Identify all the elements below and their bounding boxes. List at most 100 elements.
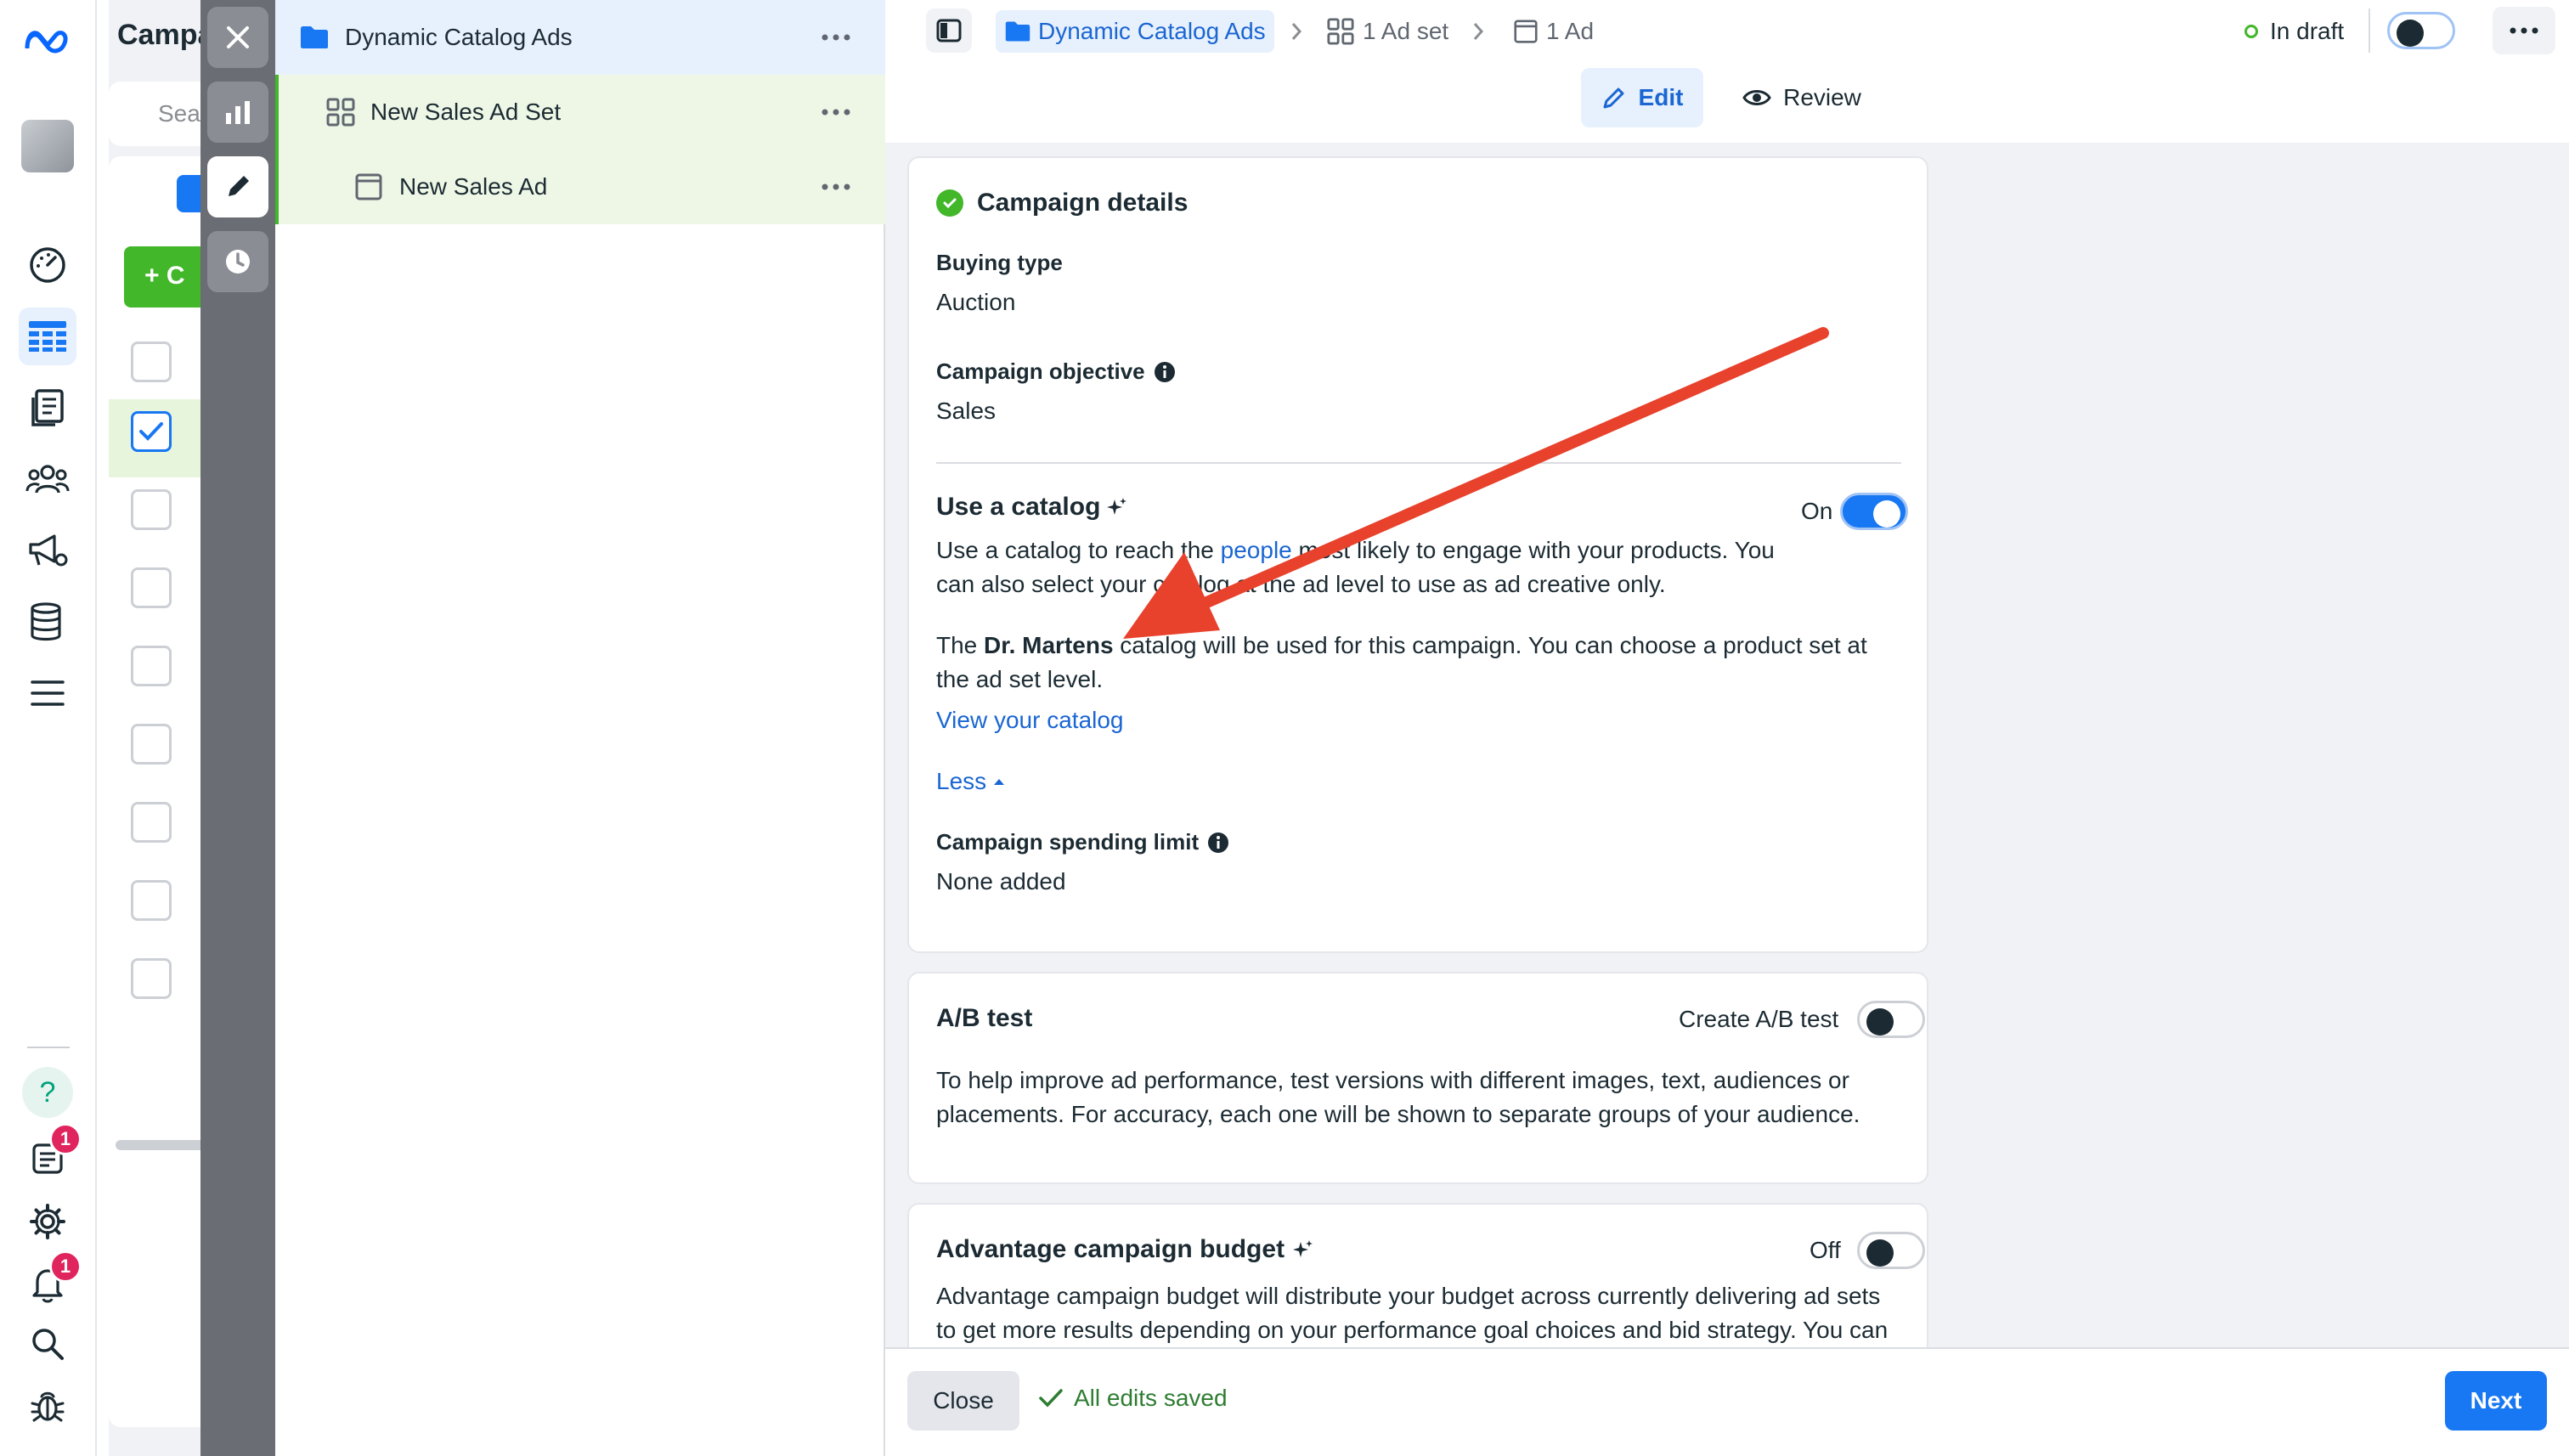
toggle-panel-button[interactable] xyxy=(926,8,972,53)
ads-megaphone-icon[interactable] xyxy=(19,522,76,579)
ad-set-grid-icon xyxy=(1327,18,1354,45)
row-checkbox[interactable] xyxy=(131,802,172,843)
advantage-budget-title-row: Advantage campaign budget xyxy=(936,1235,1313,1264)
ab-test-description: To help improve ad performance, test ver… xyxy=(936,1067,1860,1127)
topbar-divider xyxy=(2369,8,2370,53)
ab-test-toggle[interactable] xyxy=(1857,1001,1925,1038)
meta-logo-icon[interactable] xyxy=(19,12,76,70)
checkmark-icon xyxy=(1039,1389,1063,1408)
row-checkbox-checked[interactable] xyxy=(131,411,172,452)
topbar-toggle[interactable] xyxy=(2387,12,2455,49)
row-checkbox[interactable] xyxy=(131,724,172,765)
info-icon[interactable] xyxy=(1207,832,1229,854)
ab-test-title: A/B test xyxy=(936,1004,1033,1032)
less-link[interactable]: Less xyxy=(936,768,1005,795)
news-badge: 1 xyxy=(49,1123,82,1155)
caret-up-icon xyxy=(994,779,1005,785)
chevron-right-icon xyxy=(1291,23,1302,40)
notifications-icon[interactable]: 1 xyxy=(19,1250,82,1313)
topbar-more-button[interactable] xyxy=(2493,7,2555,54)
database-icon[interactable] xyxy=(19,593,76,651)
advantage-budget-title: Advantage campaign budget xyxy=(936,1235,1285,1263)
pages-icon[interactable] xyxy=(19,379,76,437)
catalog-title-row: Use a catalog xyxy=(936,493,1127,522)
row-checkbox[interactable] xyxy=(131,958,172,999)
catalog-note: The Dr. Martens catalog will be used for… xyxy=(936,632,1867,692)
help-icon[interactable]: ? xyxy=(19,1064,76,1121)
charts-button[interactable] xyxy=(207,82,268,143)
draft-status: In draft xyxy=(2244,10,2344,53)
campaign-table-icon[interactable] xyxy=(19,308,76,365)
more-icon xyxy=(822,109,850,116)
advantage-budget-description: Advantage campaign budget will distribut… xyxy=(936,1283,1889,1343)
edit-mode-button[interactable] xyxy=(207,156,268,217)
row-checkbox[interactable] xyxy=(131,489,172,530)
catalog-title: Use a catalog xyxy=(936,493,1101,521)
background-campaign-list: Campa Sea + C xyxy=(109,0,219,1456)
more-icon xyxy=(822,34,850,41)
info-icon[interactable] xyxy=(1154,361,1176,383)
save-status: All edits saved xyxy=(1038,1385,1228,1412)
close-button[interactable]: Close xyxy=(907,1371,1019,1431)
breadcrumb-campaign[interactable]: Dynamic Catalog Ads xyxy=(996,10,1274,53)
ad-set-more-button[interactable] xyxy=(819,97,853,127)
campaign-details-title: Campaign details xyxy=(977,189,1189,217)
pencil-icon xyxy=(1603,87,1624,109)
breadcrumb-ad-set[interactable]: 1 Ad set xyxy=(1327,10,1448,53)
menu-icon[interactable] xyxy=(19,664,76,722)
bug-icon[interactable] xyxy=(19,1376,76,1434)
close-icon xyxy=(227,26,249,48)
editor-topbar: Dynamic Catalog Ads 1 Ad set 1 Ad In dra… xyxy=(885,0,2569,143)
objective-label: Campaign objective xyxy=(936,358,1145,384)
account-avatar[interactable] xyxy=(19,117,76,175)
editor-main: Dynamic Catalog Ads 1 Ad set 1 Ad In dra… xyxy=(885,0,2569,1456)
tree-campaign-label: Dynamic Catalog Ads xyxy=(345,24,573,50)
catalog-toggle[interactable] xyxy=(1840,493,1908,530)
campaign-more-button[interactable] xyxy=(819,22,853,53)
section-divider xyxy=(936,462,1901,464)
catalog-description: Use a catalog to reach the people most l… xyxy=(936,537,1775,597)
campaign-tree-panel: Dynamic Catalog Ads New Sales Ad Set New… xyxy=(275,0,885,1456)
draft-status-dot xyxy=(2244,25,2258,38)
view-catalog-link[interactable]: View your catalog xyxy=(936,707,1124,734)
spending-limit-value: None added xyxy=(936,868,1066,894)
sparkle-icon xyxy=(1293,1240,1313,1257)
notifications-badge: 1 xyxy=(49,1250,82,1283)
more-icon xyxy=(822,183,850,190)
news-icon[interactable]: 1 xyxy=(19,1123,82,1188)
tab-edit[interactable]: Edit xyxy=(1581,68,1703,127)
clock-icon xyxy=(226,250,250,274)
breadcrumb-ad[interactable]: 1 Ad xyxy=(1514,10,1594,53)
catalog-toggle-label: On xyxy=(1801,498,1833,524)
ad-icon xyxy=(1514,20,1538,43)
ab-test-toggle-label: Create A/B test xyxy=(1679,1006,1839,1032)
next-button[interactable]: Next xyxy=(2445,1371,2547,1431)
history-button[interactable] xyxy=(207,231,268,292)
audience-icon[interactable] xyxy=(19,450,76,508)
tree-item-ad[interactable]: New Sales Ad xyxy=(275,150,885,224)
settings-icon[interactable] xyxy=(19,1193,76,1250)
spending-limit-label-row: Campaign spending limit xyxy=(936,829,1229,855)
advantage-budget-toggle-label: Off xyxy=(1810,1237,1841,1263)
buying-type-value: Auction xyxy=(936,289,1016,315)
search-icon[interactable] xyxy=(19,1315,76,1373)
objective-value: Sales xyxy=(936,398,997,424)
tab-review[interactable]: Review xyxy=(1730,68,1874,127)
row-checkbox[interactable] xyxy=(131,880,172,921)
global-nav-rail: ? 1 1 xyxy=(0,0,97,1456)
bar-chart-icon xyxy=(226,101,250,124)
catalog-name: Dr. Martens xyxy=(984,632,1114,658)
row-checkbox[interactable] xyxy=(131,567,172,608)
row-checkbox[interactable] xyxy=(131,341,172,382)
row-checkbox[interactable] xyxy=(131,646,172,686)
people-link[interactable]: people xyxy=(1221,537,1292,563)
ad-more-button[interactable] xyxy=(819,172,853,202)
sparkle-icon xyxy=(1107,498,1127,515)
tree-item-campaign[interactable]: Dynamic Catalog Ads xyxy=(275,0,885,75)
spending-limit-label: Campaign spending limit xyxy=(936,829,1200,855)
tree-item-ad-set[interactable]: New Sales Ad Set xyxy=(275,75,885,150)
close-editor-button[interactable] xyxy=(207,7,268,68)
dashboard-icon[interactable] xyxy=(19,236,76,294)
editor-footer: Close All edits saved Next xyxy=(885,1347,2569,1456)
advantage-budget-toggle[interactable] xyxy=(1857,1232,1925,1269)
